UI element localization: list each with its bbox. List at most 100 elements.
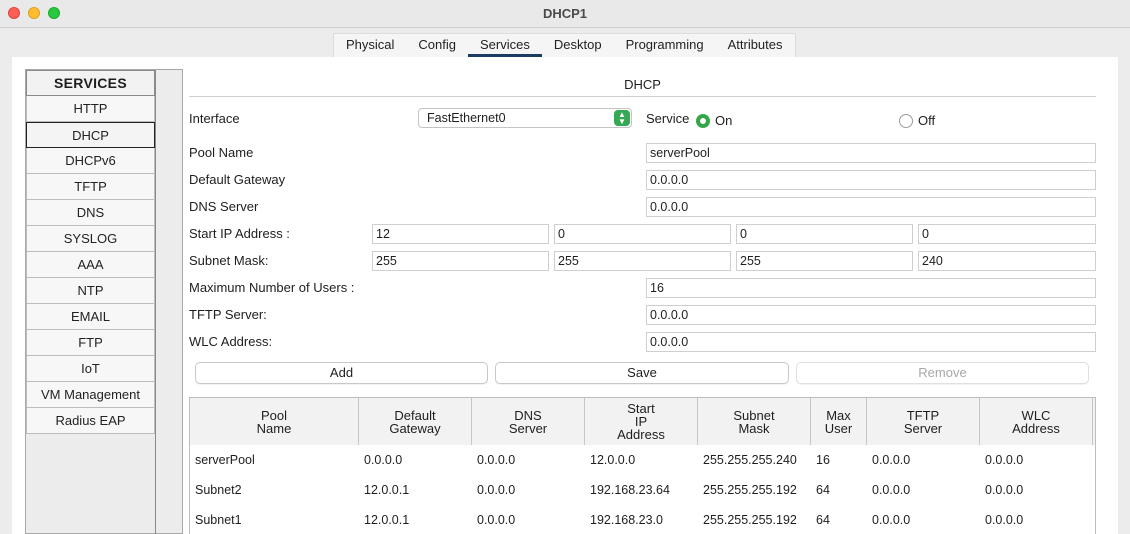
- content-area: SERVICES HTTP DHCP DHCPv6 TFTP DNS SYSLO…: [12, 57, 1118, 534]
- column-header-default-gateway[interactable]: Default Gateway: [359, 398, 472, 445]
- cell-start-ip: 12.0.0.0: [590, 453, 636, 467]
- cell-dns-server: 0.0.0.0: [477, 513, 516, 527]
- service-item-http[interactable]: HTTP: [26, 96, 155, 122]
- table-row[interactable]: Subnet2 12.0.0.1 0.0.0.0 192.168.23.64 2…: [190, 475, 1095, 505]
- start-ip-octet-3[interactable]: 0: [736, 224, 913, 244]
- tab-config[interactable]: Config: [406, 34, 468, 57]
- dhcp-title: DHCP: [624, 77, 661, 92]
- cell-default-gateway: 12.0.0.1: [364, 513, 410, 527]
- subnet-mask-octet-2[interactable]: 255: [554, 251, 731, 271]
- interface-select[interactable]: FastEthernet0 ▲ ▼: [418, 108, 632, 128]
- service-item-radius-eap[interactable]: Radius EAP: [26, 408, 155, 434]
- cell-wlc-address: 0.0.0.0: [985, 453, 1024, 467]
- service-item-dhcpv6[interactable]: DHCPv6: [26, 148, 155, 174]
- select-arrows-icon: ▲ ▼: [614, 110, 630, 126]
- start-ip-octet-4[interactable]: 0: [918, 224, 1096, 244]
- tftp-server-input[interactable]: 0.0.0.0: [646, 305, 1096, 325]
- divider: [189, 96, 1096, 97]
- service-item-vm-management[interactable]: VM Management: [26, 382, 155, 408]
- table-row[interactable]: serverPool 0.0.0.0 0.0.0.0 12.0.0.0 255.…: [190, 445, 1095, 475]
- column-header-max-user[interactable]: Max User: [811, 398, 867, 445]
- cell-default-gateway: 0.0.0.0: [364, 453, 403, 467]
- save-button[interactable]: Save: [495, 362, 789, 384]
- pool-table: Pool Name Default Gateway DNS Server Sta…: [189, 397, 1096, 534]
- table-header: Pool Name Default Gateway DNS Server Sta…: [190, 398, 1095, 445]
- cell-wlc-address: 0.0.0.0: [985, 513, 1024, 527]
- pool-name-label: Pool Name: [189, 145, 254, 160]
- service-item-syslog[interactable]: SYSLOG: [26, 226, 155, 252]
- column-header-dns-server[interactable]: DNS Server: [472, 398, 585, 445]
- service-off-radio[interactable]: [899, 114, 913, 128]
- tab-physical[interactable]: Physical: [334, 34, 406, 57]
- start-ip-octet-1[interactable]: 12: [372, 224, 549, 244]
- cell-start-ip: 192.168.23.0: [590, 513, 663, 527]
- cell-dns-server: 0.0.0.0: [477, 483, 516, 497]
- service-item-dhcp[interactable]: DHCP: [26, 122, 155, 148]
- window-title: DHCP1: [542, 6, 588, 21]
- dns-server-label: DNS Server: [189, 199, 259, 214]
- column-header-subnet-mask[interactable]: Subnet Mask: [698, 398, 811, 445]
- wlc-address-input[interactable]: 0.0.0.0: [646, 332, 1096, 352]
- tab-desktop[interactable]: Desktop: [542, 34, 614, 57]
- interface-select-value: FastEthernet0: [427, 111, 506, 125]
- default-gateway-input[interactable]: 0.0.0.0: [646, 170, 1096, 190]
- service-on-radio[interactable]: [696, 114, 710, 128]
- subnet-mask-octet-4[interactable]: 240: [918, 251, 1096, 271]
- default-gateway-label: Default Gateway: [189, 172, 286, 187]
- start-ip-label: Start IP Address :: [189, 226, 290, 241]
- service-label: Service: [646, 111, 690, 126]
- subnet-mask-octet-1[interactable]: 255: [372, 251, 549, 271]
- cell-subnet-mask: 255.255.255.192: [703, 483, 797, 497]
- subnet-mask-octet-3[interactable]: 255: [736, 251, 913, 271]
- cell-tftp-server: 0.0.0.0: [872, 483, 911, 497]
- column-header-start-ip[interactable]: Start IP Address: [585, 398, 698, 445]
- title-bar: DHCP1: [0, 0, 1130, 28]
- cell-dns-server: 0.0.0.0: [477, 453, 516, 467]
- cell-default-gateway: 12.0.0.1: [364, 483, 410, 497]
- tab-bar: Physical Config Services Desktop Program…: [333, 33, 796, 57]
- tab-services[interactable]: Services: [468, 34, 542, 57]
- cell-subnet-mask: 255.255.255.240: [703, 453, 797, 467]
- cell-start-ip: 192.168.23.64: [590, 483, 670, 497]
- tab-programming[interactable]: Programming: [614, 34, 716, 57]
- pool-name-input[interactable]: serverPool: [646, 143, 1096, 163]
- column-header-wlc-address[interactable]: WLC Address: [980, 398, 1093, 445]
- dns-server-input[interactable]: 0.0.0.0: [646, 197, 1096, 217]
- services-header: SERVICES: [26, 70, 155, 96]
- column-header-tftp-server[interactable]: TFTP Server: [867, 398, 980, 445]
- wlc-address-label: WLC Address:: [189, 334, 273, 349]
- start-ip-octet-2[interactable]: 0: [554, 224, 731, 244]
- cell-tftp-server: 0.0.0.0: [872, 513, 911, 527]
- service-on-label: On: [715, 113, 733, 128]
- cell-pool-name: Subnet1: [195, 513, 242, 527]
- remove-button[interactable]: Remove: [796, 362, 1089, 384]
- dhcp-panel: DHCP Interface FastEthernet0 ▲ ▼ Service …: [189, 57, 1096, 534]
- cell-max-user: 64: [816, 483, 830, 497]
- table-row[interactable]: Subnet1 12.0.0.1 0.0.0.0 192.168.23.0 25…: [190, 505, 1095, 534]
- subnet-mask-label: Subnet Mask:: [189, 253, 269, 268]
- tab-attributes[interactable]: Attributes: [716, 34, 795, 57]
- cell-max-user: 16: [816, 453, 830, 467]
- services-list: SERVICES HTTP DHCP DHCPv6 TFTP DNS SYSLO…: [26, 70, 156, 534]
- services-sidebar: SERVICES HTTP DHCP DHCPv6 TFTP DNS SYSLO…: [25, 69, 183, 534]
- service-item-ntp[interactable]: NTP: [26, 278, 155, 304]
- column-header-pool-name[interactable]: Pool Name: [190, 398, 359, 445]
- service-item-tftp[interactable]: TFTP: [26, 174, 155, 200]
- cell-max-user: 64: [816, 513, 830, 527]
- service-item-ftp[interactable]: FTP: [26, 330, 155, 356]
- tftp-server-label: TFTP Server:: [189, 307, 267, 322]
- cell-wlc-address: 0.0.0.0: [985, 483, 1024, 497]
- interface-label: Interface: [189, 111, 240, 126]
- cell-pool-name: Subnet2: [195, 483, 242, 497]
- max-users-input[interactable]: 16: [646, 278, 1096, 298]
- cell-subnet-mask: 255.255.255.192: [703, 513, 797, 527]
- cell-tftp-server: 0.0.0.0: [872, 453, 911, 467]
- service-item-iot[interactable]: IoT: [26, 356, 155, 382]
- service-item-aaa[interactable]: AAA: [26, 252, 155, 278]
- service-item-email[interactable]: EMAIL: [26, 304, 155, 330]
- cell-pool-name: serverPool: [195, 453, 255, 467]
- add-button[interactable]: Add: [195, 362, 488, 384]
- service-off-label: Off: [918, 113, 936, 128]
- service-item-dns[interactable]: DNS: [26, 200, 155, 226]
- max-users-label: Maximum Number of Users :: [189, 280, 355, 295]
